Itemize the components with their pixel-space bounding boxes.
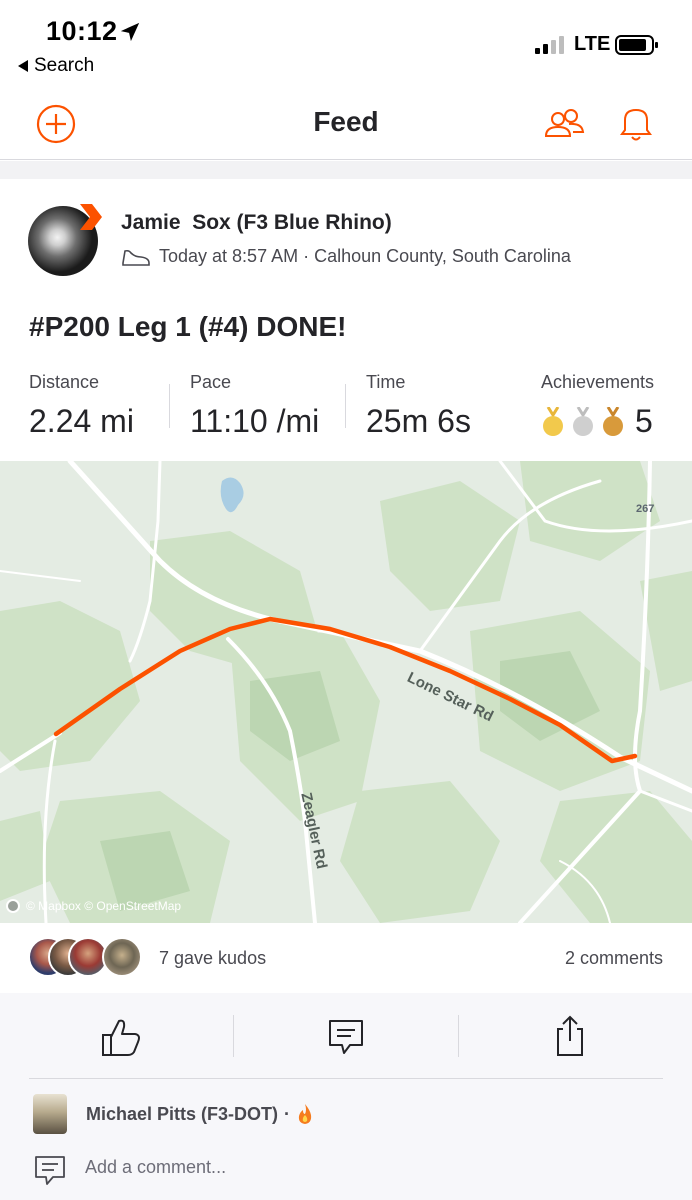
- comment-separator-dot: ·: [284, 1103, 291, 1124]
- comment-icon[interactable]: [322, 1015, 370, 1059]
- back-triangle-icon: [18, 60, 28, 72]
- athlete-name[interactable]: Jamie Sox (F3 Blue Rhino): [121, 211, 392, 235]
- stat-value: 25m 6s: [366, 403, 471, 439]
- stat-label: Pace: [190, 372, 232, 392]
- stat-label: Distance: [29, 372, 100, 392]
- feed-spacer: [0, 161, 692, 179]
- clock: 10:12: [46, 16, 118, 46]
- achievements-count: 5: [635, 403, 653, 439]
- athletes-icon[interactable]: [542, 102, 586, 146]
- activity-meta: Today at 8:57 AM · Calhoun County, South…: [121, 246, 571, 267]
- stat-achievements[interactable]: Achievements 5: [541, 372, 665, 440]
- kudos-avatar: [102, 937, 142, 977]
- back-label: Search: [34, 55, 95, 76]
- stat-label: Time: [366, 372, 406, 392]
- stat-pace: Pace 11:10 /mi: [190, 372, 319, 440]
- stat-value: 2.24 mi: [29, 403, 134, 439]
- achievements-label: Achievements: [541, 372, 655, 392]
- route-map[interactable]: Lone Star Rd Zeagler Rd 267 © Mapbox © O…: [0, 461, 692, 923]
- comments-separator: [29, 1078, 663, 1079]
- commenter-name[interactable]: Michael Pitts (F3-DOT): [86, 1104, 278, 1125]
- stat-distance: Distance 2.24 mi: [29, 372, 134, 440]
- map-attribution[interactable]: © Mapbox © OpenStreetMap: [6, 899, 181, 913]
- fire-emoji-icon: [298, 1104, 312, 1124]
- action-divider: [458, 1015, 459, 1057]
- share-icon[interactable]: [546, 1015, 594, 1059]
- comment-entry[interactable]: Michael Pitts (F3-DOT) ·: [86, 1103, 314, 1125]
- add-comment-input[interactable]: Add a comment...: [85, 1157, 226, 1178]
- action-bar: Michael Pitts (F3-DOT) · Add a comment..…: [0, 993, 692, 1200]
- activity-title[interactable]: #P200 Leg 1 (#4) DONE!: [29, 311, 346, 343]
- stat-time: Time 25m 6s: [366, 372, 471, 440]
- add-comment-icon[interactable]: [34, 1154, 66, 1186]
- activity-meta-text: Today at 8:57 AM · Calhoun County, South…: [159, 246, 571, 266]
- highway-shield: 267: [636, 503, 655, 515]
- subscriber-badge-icon: [80, 204, 102, 230]
- kudos-row[interactable]: 7 gave kudos 2 comments: [0, 923, 692, 993]
- achievements-row: 5: [541, 403, 665, 440]
- commenter-avatar[interactable]: [33, 1094, 67, 1134]
- stat-divider: [345, 384, 346, 428]
- stat-value: 11:10 /mi: [190, 403, 320, 439]
- run-shoe-icon: [122, 249, 150, 266]
- activity-card[interactable]: Jamie Sox (F3 Blue Rhino) Today at 8:57 …: [0, 179, 692, 1200]
- mapbox-logo-icon: [6, 899, 20, 913]
- back-to-search-link[interactable]: Search: [18, 55, 94, 77]
- comments-count[interactable]: 2 comments: [565, 948, 663, 969]
- network-type: LTE: [574, 33, 611, 55]
- notifications-icon[interactable]: [614, 102, 658, 146]
- cell-signal-icon: [535, 36, 564, 54]
- map-canvas: [0, 461, 692, 923]
- gold-medal-icon: [543, 406, 563, 436]
- battery-icon: [615, 35, 658, 55]
- action-divider: [233, 1015, 234, 1057]
- feed-header: Feed: [0, 92, 692, 160]
- kudos-count[interactable]: 7 gave kudos: [159, 948, 266, 969]
- location-arrow-icon: [120, 22, 140, 42]
- status-bar: 10:12 Search LTE: [0, 0, 692, 92]
- page-title: Feed: [313, 106, 379, 137]
- kudos-thumb-icon[interactable]: [97, 1015, 145, 1059]
- athlete-avatar[interactable]: [28, 204, 102, 278]
- attribution-text: © Mapbox © OpenStreetMap: [26, 899, 182, 913]
- stat-divider: [169, 384, 170, 428]
- bronze-medal-icon: [603, 406, 623, 436]
- silver-medal-icon: [573, 406, 593, 436]
